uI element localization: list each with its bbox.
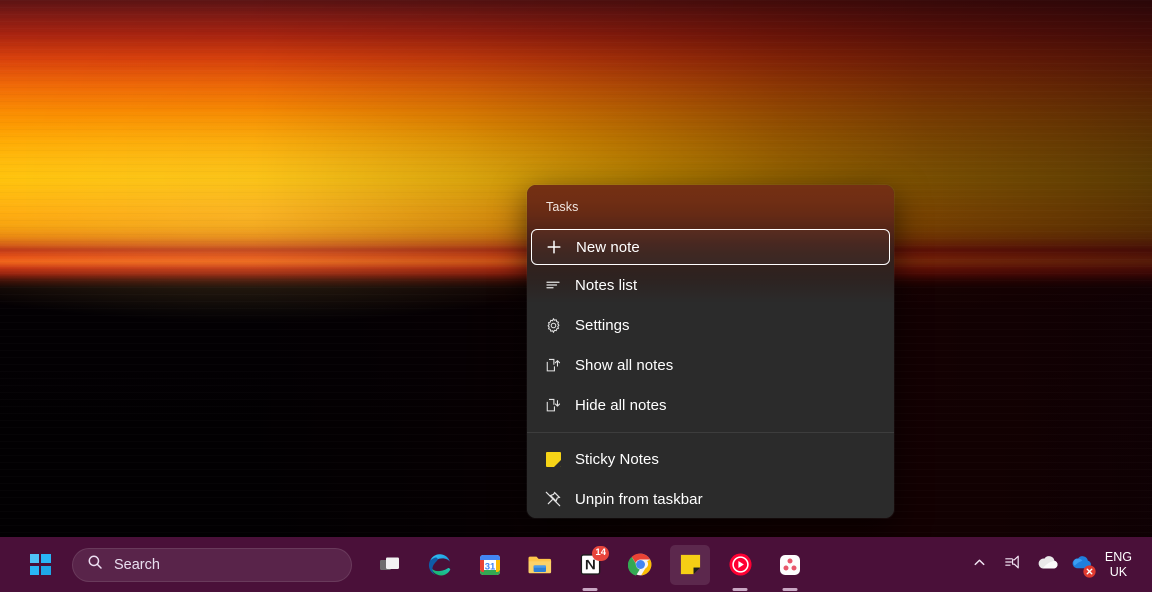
search-input[interactable]: Search xyxy=(72,548,352,582)
taskbar-item-task-view[interactable] xyxy=(370,545,410,585)
menu-item-label: Sticky Notes xyxy=(575,451,659,468)
volume-icon xyxy=(1004,553,1024,576)
taskbar-item-notion[interactable]: 14 xyxy=(570,545,610,585)
svg-text:31: 31 xyxy=(485,561,496,572)
onedrive-button[interactable] xyxy=(1031,545,1065,585)
menu-item-hide-all-notes[interactable]: Hide all notes xyxy=(527,385,894,425)
menu-item-new-note[interactable]: New note xyxy=(531,229,890,265)
language-line-1: ENG xyxy=(1105,550,1132,565)
menu-item-label: Settings xyxy=(575,317,630,334)
menu-item-unpin-from-taskbar[interactable]: Unpin from taskbar xyxy=(527,479,894,518)
taskbar-item-molecule-app[interactable] xyxy=(770,545,810,585)
windows-logo-icon xyxy=(30,554,51,575)
running-indicator xyxy=(733,588,748,591)
search-icon xyxy=(87,554,103,575)
cloud-error-icon xyxy=(1071,554,1093,575)
taskbar-item-file-explorer[interactable] xyxy=(520,545,560,585)
menu-item-notes-list[interactable]: Notes list xyxy=(527,265,894,305)
taskbar-item-microsoft-edge[interactable] xyxy=(420,545,460,585)
taskbar: Search xyxy=(0,537,1152,592)
menu-item-label: Notes list xyxy=(575,277,637,294)
hide-notes-icon xyxy=(544,396,562,414)
show-notes-icon xyxy=(544,356,562,374)
menu-item-label: New note xyxy=(576,239,640,256)
system-tray: ENG UK xyxy=(963,537,1152,592)
menu-item-sticky-notes[interactable]: Sticky Notes xyxy=(527,439,894,479)
running-indicator xyxy=(783,588,798,591)
notion-badge: 14 xyxy=(592,546,609,561)
taskbar-item-youtube-music[interactable] xyxy=(720,545,760,585)
cloud-icon xyxy=(1037,554,1059,575)
sticky-notes-jumplist-menu: Tasks New note Notes list xyxy=(527,185,894,518)
unpin-icon xyxy=(544,490,562,508)
menu-item-label: Hide all notes xyxy=(575,397,667,414)
chevron-up-icon xyxy=(972,555,987,575)
list-icon xyxy=(544,276,562,294)
onedrive-error-button[interactable] xyxy=(1065,545,1099,585)
jumplist-section-header: Tasks xyxy=(527,185,894,229)
taskbar-item-google-calendar[interactable]: 31 xyxy=(470,545,510,585)
menu-item-show-all-notes[interactable]: Show all notes xyxy=(527,345,894,385)
jumplist-header-label: Tasks xyxy=(546,200,578,214)
language-indicator[interactable]: ENG UK xyxy=(1099,550,1142,580)
volume-button[interactable] xyxy=(997,545,1031,585)
running-indicator xyxy=(583,588,598,591)
menu-item-label: Unpin from taskbar xyxy=(575,491,703,508)
taskbar-item-sticky-notes[interactable] xyxy=(670,545,710,585)
hidden-icons-button[interactable] xyxy=(963,545,997,585)
menu-separator xyxy=(527,432,894,433)
taskbar-app-icons: 31 14 xyxy=(370,545,810,585)
gear-icon xyxy=(544,316,562,334)
menu-item-settings[interactable]: Settings xyxy=(527,305,894,345)
search-placeholder: Search xyxy=(114,557,160,573)
plus-icon xyxy=(545,238,563,256)
start-button[interactable] xyxy=(20,545,60,585)
language-line-2: UK xyxy=(1105,565,1132,580)
taskbar-item-google-chrome[interactable] xyxy=(620,545,660,585)
menu-item-label: Show all notes xyxy=(575,357,673,374)
sticky-note-icon xyxy=(544,450,562,468)
